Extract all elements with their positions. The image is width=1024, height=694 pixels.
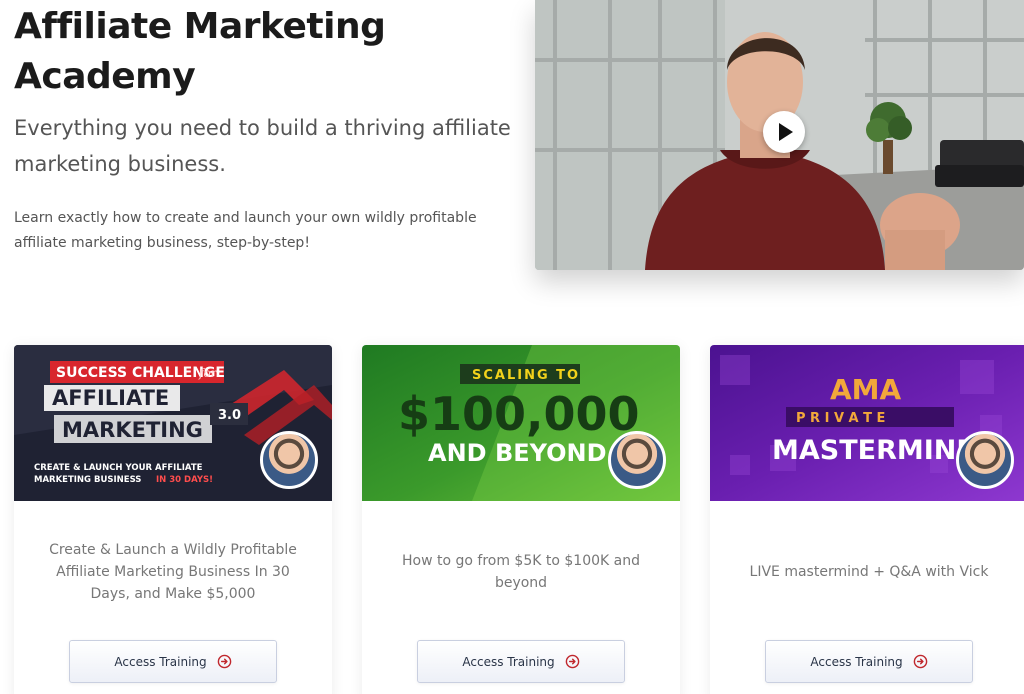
access-training-button[interactable]: Access Training [765, 640, 973, 683]
thumb-line1: AMA [830, 373, 902, 406]
thumb-line3: AND BEYOND [428, 439, 607, 467]
course-card-success-challenge: SUCCESS CHALLENGE for AFFILIATE MARKETIN… [14, 345, 332, 694]
arrow-circle-right-icon [565, 654, 579, 669]
course-card-scaling: SCALING TO $100,000 AND BEYOND How to go… [362, 345, 680, 694]
thumb-line2: P R I V A T E [796, 411, 885, 426]
course-card-mastermind: AMA P R I V A T E MASTERMIND LIVE master… [710, 345, 1024, 694]
course-thumbnail[interactable]: AMA P R I V A T E MASTERMIND [710, 345, 1024, 501]
page-subtitle: Everything you need to build a thriving … [14, 116, 511, 176]
play-icon [779, 123, 793, 141]
thumb-line3: MARKETING [62, 418, 203, 442]
arrow-circle-right-icon [217, 654, 231, 669]
intro-video[interactable] [535, 0, 1024, 270]
course-thumbnail[interactable]: SCALING TO $100,000 AND BEYOND [362, 345, 680, 501]
thumb-tagline1: CREATE & LAUNCH YOUR AFFILIATE [34, 463, 203, 473]
course-description: LIVE mastermind + Q&A with Vick [749, 564, 989, 580]
access-training-button[interactable]: Access Training [69, 640, 277, 683]
thumb-line2: $100,000 [398, 387, 640, 441]
course-description: How to go from $5K to $100K and beyond [402, 553, 640, 591]
thumb-version: 3.0 [218, 408, 241, 423]
thumb-line2: AFFILIATE [52, 386, 169, 410]
page-title: Affiliate Marketing Academy [14, 6, 386, 97]
avatar [956, 431, 1014, 489]
thumb-line3: MASTERMIND [772, 435, 979, 466]
thumb-tagline2: MARKETING BUSINESS [34, 475, 141, 485]
avatar [608, 431, 666, 489]
page-description: Learn exactly how to create and launch y… [14, 210, 477, 251]
thumb-line1-suffix: for [198, 366, 218, 380]
course-description: Create & Launch a Wildly Profitable Affi… [49, 542, 297, 602]
button-label: Access Training [114, 654, 207, 669]
thumb-line1: SCALING TO [472, 368, 580, 383]
access-training-button[interactable]: Access Training [417, 640, 625, 683]
avatar [260, 431, 318, 489]
play-button[interactable] [763, 111, 805, 153]
thumb-tagline2-highlight: IN 30 DAYS! [156, 475, 213, 485]
course-thumbnail[interactable]: SUCCESS CHALLENGE for AFFILIATE MARKETIN… [14, 345, 332, 501]
arrow-circle-right-icon [913, 654, 927, 669]
button-label: Access Training [462, 654, 555, 669]
button-label: Access Training [810, 654, 903, 669]
